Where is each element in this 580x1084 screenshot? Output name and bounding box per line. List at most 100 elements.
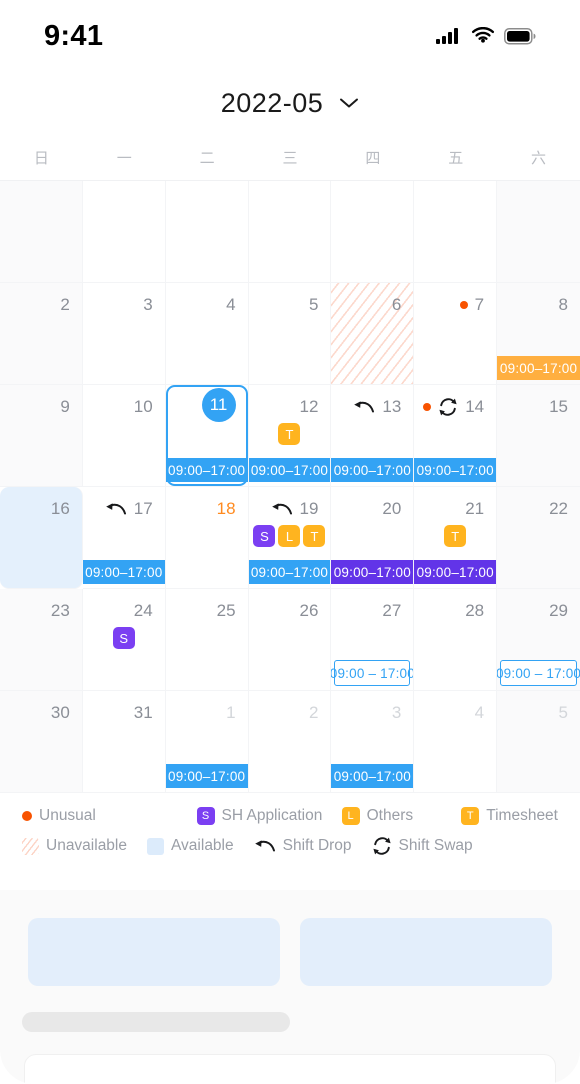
day-header: 12: [249, 385, 331, 419]
day-header: 3: [331, 691, 413, 725]
shift-time-badge[interactable]: 09:00–17:00: [165, 458, 248, 482]
calendar-day-cell[interactable]: 22: [497, 487, 580, 589]
others-tag[interactable]: L: [278, 525, 301, 547]
day-header: 14: [414, 385, 496, 419]
calendar-day-cell[interactable]: 3 09:00–17:00: [331, 691, 415, 793]
calendar-day-cell[interactable]: 27 09:00 – 17:00: [331, 589, 415, 691]
legend-label: Shift Drop: [282, 837, 352, 854]
calendar-day-cell[interactable]: 19 S L T 09:00–17:00: [248, 487, 332, 589]
weekday-mon: 一: [116, 149, 132, 167]
shift-time-badge[interactable]: 09:00–17:00: [331, 560, 414, 584]
legend-item: Unavailable: [22, 837, 127, 855]
timesheet-tag-icon: T: [461, 807, 480, 825]
calendar-day-cell[interactable]: 10: [82, 385, 166, 487]
calendar-day-cell[interactable]: 2: [248, 691, 332, 793]
calendar-day-cell[interactable]: 18: [165, 487, 249, 589]
day-header: [249, 181, 331, 215]
calendar-day-cell[interactable]: 14 09:00–17:00: [414, 385, 498, 487]
calendar-day-cell[interactable]: 1 09:00–17:00: [165, 691, 249, 793]
day-number: 8: [558, 295, 568, 314]
calendar-day-cell[interactable]: 16: [0, 487, 83, 589]
calendar-day-cell[interactable]: 4: [165, 283, 249, 385]
calendar-empty-cell[interactable]: [248, 181, 332, 283]
day-header: 30: [0, 691, 82, 725]
chevron-down-icon[interactable]: [339, 97, 359, 109]
calendar-empty-cell[interactable]: [165, 181, 249, 283]
calendar-empty-cell[interactable]: [497, 181, 580, 283]
calendar-empty-cell[interactable]: [331, 181, 415, 283]
placeholder-card[interactable]: [24, 1054, 556, 1084]
calendar-day-cell[interactable]: 13 09:00–17:00: [331, 385, 415, 487]
calendar-empty-cell[interactable]: [0, 181, 83, 283]
calendar-day-cell[interactable]: 28: [414, 589, 498, 691]
calendar-day-cell[interactable]: 3: [82, 283, 166, 385]
calendar-empty-cell[interactable]: [82, 181, 166, 283]
timesheet-tag[interactable]: T: [444, 525, 467, 547]
legend-label: Available: [171, 837, 234, 854]
calendar-day-cell[interactable]: 5: [497, 691, 580, 793]
weekday-fri: 五: [448, 149, 464, 167]
day-header: 1: [166, 691, 248, 725]
calendar-day-cell[interactable]: 25: [165, 589, 249, 691]
shift-time-badge[interactable]: 09:00–17:00: [497, 356, 580, 380]
calendar-day-cell[interactable]: 31: [82, 691, 166, 793]
day-number: 5: [308, 295, 319, 314]
shift-time-badge[interactable]: 09:00–17:00: [414, 560, 497, 584]
placeholder-block-left[interactable]: [28, 918, 280, 986]
calendar-day-cell[interactable]: 11 09:00–17:00: [165, 385, 249, 487]
calendar-day-cell[interactable]: 30: [0, 691, 83, 793]
timesheet-tag[interactable]: T: [278, 423, 301, 445]
month-selector[interactable]: 2022-05: [0, 72, 580, 134]
legend-label: Shift Swap: [398, 837, 473, 854]
day-number: 12: [299, 397, 319, 416]
day-tag-row: T: [249, 423, 331, 445]
shift-time-badge[interactable]: 09:00–17:00: [331, 458, 414, 482]
calendar-day-cell[interactable]: 20 09:00–17:00: [331, 487, 415, 589]
calendar-day-cell[interactable]: 23: [0, 589, 83, 691]
day-header: [83, 181, 165, 215]
shift-swap-icon-wrap: [438, 397, 458, 416]
signal-bars-icon: [436, 28, 458, 44]
legend-item: S SH Application: [196, 807, 342, 825]
shift-time-badge[interactable]: 09:00–17:00: [331, 764, 414, 788]
shift-time-badge[interactable]: 09:00 – 17:00: [331, 660, 413, 686]
shift-time-badge[interactable]: 09:00 – 17:00: [497, 660, 580, 686]
day-header: 23: [0, 589, 82, 623]
unusual-dot-icon: [423, 402, 432, 411]
day-header: 19: [249, 487, 331, 521]
calendar-day-cell[interactable]: 24 S: [82, 589, 166, 691]
placeholder-block-right[interactable]: [300, 918, 552, 986]
calendar-day-cell[interactable]: 4: [414, 691, 498, 793]
day-number: 17: [133, 499, 153, 518]
calendar-day-cell[interactable]: 7: [414, 283, 498, 385]
calendar-day-cell[interactable]: 9: [0, 385, 83, 487]
calendar-day-cell[interactable]: 21 T 09:00–17:00: [414, 487, 498, 589]
shift-time-badge[interactable]: 09:00–17:00: [248, 560, 331, 584]
day-number: 28: [465, 601, 485, 620]
calendar-day-cell[interactable]: 26: [248, 589, 332, 691]
calendar-empty-cell[interactable]: [414, 181, 498, 283]
calendar-day-cell[interactable]: 17 09:00–17:00: [82, 487, 166, 589]
shift-time-badge[interactable]: 09:00–17:00: [82, 560, 165, 584]
shift-time-badge[interactable]: 09:00–17:00: [248, 458, 331, 482]
unusual-dot-icon: [22, 811, 32, 821]
legend-item: Shift Drop: [254, 837, 352, 855]
day-number: 3: [391, 703, 402, 722]
status-time: 9:41: [44, 19, 104, 52]
calendar-day-cell[interactable]: 8 09:00–17:00: [497, 283, 580, 385]
shift-time-badge[interactable]: 09:00–17:00: [165, 764, 248, 788]
day-header: 10: [83, 385, 165, 419]
calendar-day-cell[interactable]: 6: [331, 283, 415, 385]
sh-application-tag[interactable]: S: [112, 627, 135, 649]
shift-swap-icon: [372, 837, 391, 855]
shift-time-badge[interactable]: 09:00–17:00: [414, 458, 497, 482]
calendar-day-cell[interactable]: 2: [0, 283, 83, 385]
timesheet-tag[interactable]: T: [303, 525, 326, 547]
calendar-day-cell[interactable]: 15: [497, 385, 580, 487]
calendar-day-cell[interactable]: 12 T 09:00–17:00: [248, 385, 332, 487]
sh-application-tag[interactable]: S: [253, 525, 276, 547]
day-number: 21: [465, 499, 485, 518]
calendar-day-cell[interactable]: 5: [248, 283, 332, 385]
calendar-day-cell[interactable]: 29 09:00 – 17:00: [497, 589, 580, 691]
day-header: 8: [497, 283, 580, 317]
